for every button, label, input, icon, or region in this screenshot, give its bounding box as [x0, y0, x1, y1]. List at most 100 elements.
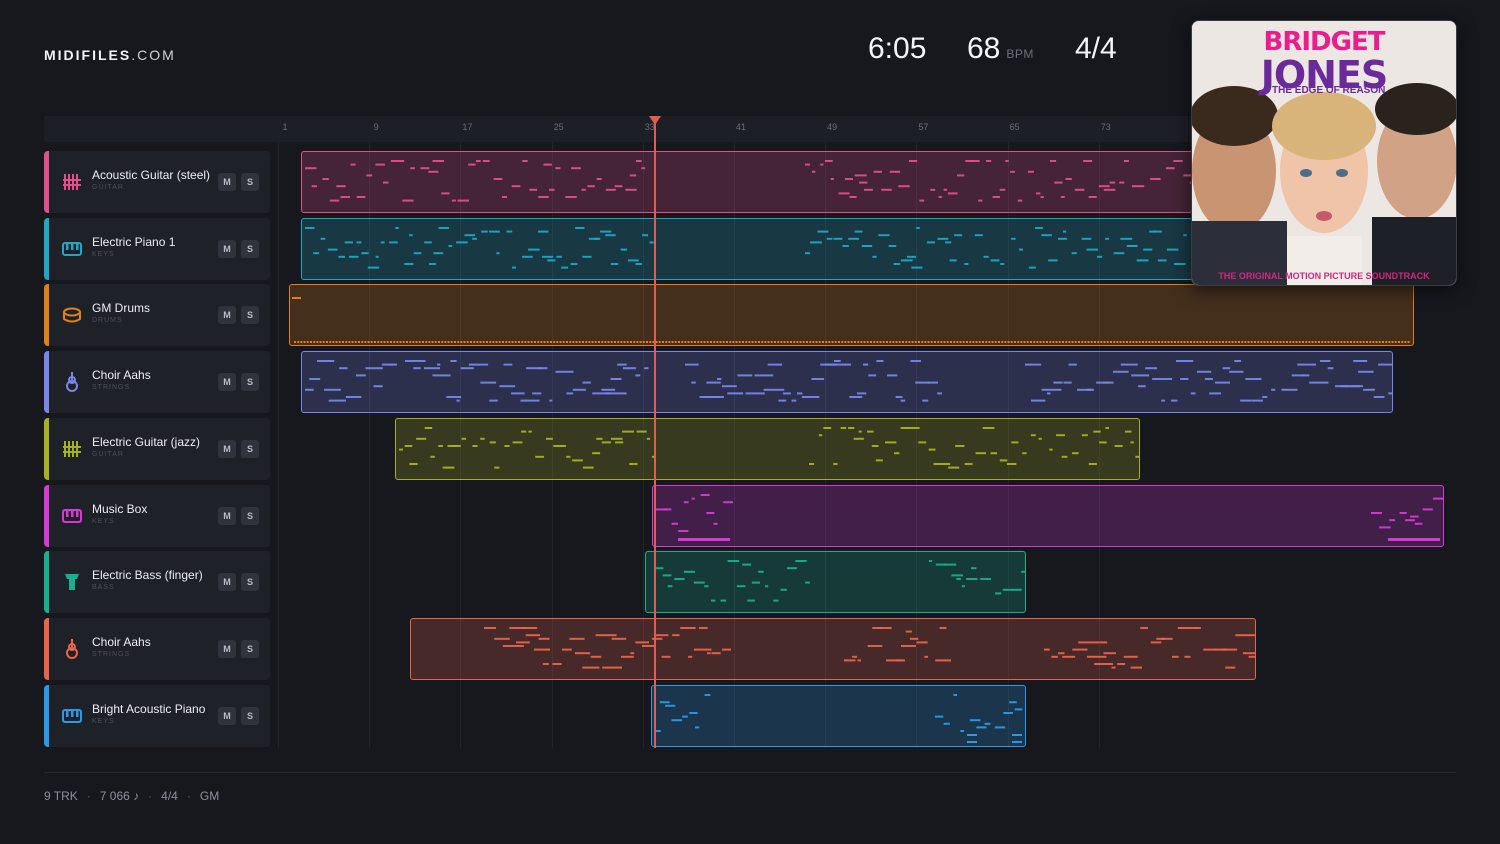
- separator-dot: ·: [148, 789, 153, 803]
- track-color-bar: [44, 284, 49, 346]
- note-pattern: [305, 360, 1392, 402]
- midi-clip[interactable]: [410, 618, 1256, 680]
- track-category: BASS: [92, 584, 115, 591]
- mute-button[interactable]: M: [218, 573, 236, 591]
- brand-logo: MIDIFILES.COM: [44, 47, 176, 63]
- track-category: DRUMS: [92, 317, 123, 324]
- midi-clip[interactable]: [289, 284, 1414, 346]
- mute-button[interactable]: M: [218, 507, 236, 525]
- track-category: KEYS: [92, 251, 115, 258]
- tempo-display: 68 BPM: [967, 32, 1034, 65]
- piano-icon: [61, 238, 83, 260]
- track-category: GUITAR: [92, 184, 124, 191]
- track-header[interactable]: Bright Acoustic Piano KEYS M S: [44, 685, 270, 747]
- mute-button[interactable]: M: [218, 373, 236, 391]
- track-header[interactable]: Electric Bass (finger) BASS M S: [44, 551, 270, 613]
- midi-clip[interactable]: [652, 485, 1444, 547]
- track-header[interactable]: Electric Guitar (jazz) GUITAR M S: [44, 418, 270, 480]
- note-pattern: [292, 297, 1410, 343]
- separator-dot: ·: [86, 789, 91, 803]
- time-signature-display: 4/4: [1075, 32, 1117, 65]
- track-count: 9 TRK: [44, 789, 78, 803]
- piano-icon: [61, 705, 83, 727]
- footer-signature: 4/4: [161, 789, 178, 803]
- footer-summary: 9 TRK · 7 066 ♪ · 4/4 · GM: [44, 789, 219, 803]
- ruler-tick: 17: [462, 122, 473, 132]
- track-name: Bright Acoustic Piano: [92, 702, 206, 716]
- duration-display: 6:05: [868, 32, 927, 65]
- separator-dot: ·: [186, 789, 191, 803]
- note-pattern: [399, 427, 1139, 469]
- track-color-bar: [44, 551, 49, 613]
- guitar-icon: [61, 171, 83, 193]
- mute-button[interactable]: M: [218, 640, 236, 658]
- track-category: KEYS: [92, 718, 115, 725]
- track-name: Music Box: [92, 502, 148, 516]
- ruler-tick: 49: [827, 122, 838, 132]
- brand-suffix: .COM: [131, 47, 176, 63]
- album-cover: BRIDGET JONES THE EDGE OF REASON THE ORI…: [1191, 20, 1457, 286]
- track-name: Choir Aahs: [92, 368, 151, 382]
- solo-button[interactable]: S: [241, 707, 259, 725]
- track-name: GM Drums: [92, 301, 150, 315]
- ruler-tick: 57: [918, 122, 929, 132]
- mute-button[interactable]: M: [218, 173, 236, 191]
- track-header[interactable]: Choir Aahs STRINGS M S: [44, 351, 270, 413]
- solo-button[interactable]: S: [241, 173, 259, 191]
- solo-button[interactable]: S: [241, 640, 259, 658]
- note-count: 7 066 ♪: [99, 789, 140, 803]
- track-color-bar: [44, 418, 49, 480]
- track-name: Electric Guitar (jazz): [92, 435, 201, 449]
- bpm-unit: BPM: [1006, 47, 1034, 61]
- grid-line: [278, 142, 279, 748]
- ruler-tick: 25: [553, 122, 564, 132]
- track-header[interactable]: Choir Aahs STRINGS M S: [44, 618, 270, 680]
- track-color-bar: [44, 485, 49, 547]
- solo-button[interactable]: S: [241, 440, 259, 458]
- track-category: STRINGS: [92, 384, 131, 391]
- track-color-bar: [44, 218, 49, 280]
- mute-button[interactable]: M: [218, 306, 236, 324]
- ruler-tick: 1: [282, 122, 288, 132]
- track-name: Electric Bass (finger): [92, 568, 203, 582]
- playhead[interactable]: [649, 116, 661, 748]
- track-name: Choir Aahs: [92, 635, 151, 649]
- track-color-bar: [44, 618, 49, 680]
- drum-icon: [61, 304, 83, 326]
- mute-button[interactable]: M: [218, 440, 236, 458]
- track-header[interactable]: Electric Piano 1 KEYS M S: [44, 218, 270, 280]
- note-pattern: [484, 627, 1255, 669]
- piano-icon: [61, 505, 83, 527]
- violin-icon: [61, 638, 83, 660]
- solo-button[interactable]: S: [241, 240, 259, 258]
- midi-clip[interactable]: [645, 551, 1026, 613]
- footer-divider: [44, 772, 1456, 773]
- album-subtitle: THE EDGE OF REASON: [1272, 85, 1386, 96]
- track-category: KEYS: [92, 518, 115, 525]
- mute-button[interactable]: M: [218, 240, 236, 258]
- track-name: Electric Piano 1: [92, 235, 176, 249]
- midi-clip[interactable]: [651, 685, 1026, 747]
- solo-button[interactable]: S: [241, 306, 259, 324]
- solo-button[interactable]: S: [241, 573, 259, 591]
- track-header[interactable]: Music Box KEYS M S: [44, 485, 270, 547]
- track-color-bar: [44, 685, 49, 747]
- ruler-tick: 65: [1009, 122, 1020, 132]
- ruler-tick: 41: [735, 122, 747, 132]
- midi-clip[interactable]: [301, 351, 1393, 413]
- brand-name: MIDIFILES: [44, 47, 132, 63]
- track-header[interactable]: Acoustic Guitar (steel) GUITAR M S: [44, 151, 270, 213]
- solo-button[interactable]: S: [241, 507, 259, 525]
- album-tagline: THE ORIGINAL MOTION PICTURE SOUNDTRACK: [1218, 271, 1430, 281]
- guitar-icon: [61, 438, 83, 460]
- solo-button[interactable]: S: [241, 373, 259, 391]
- ruler-tick: 73: [1100, 122, 1111, 132]
- mute-button[interactable]: M: [218, 707, 236, 725]
- midi-clip[interactable]: [395, 418, 1140, 480]
- note-pattern: [655, 694, 1023, 743]
- note-pattern: [656, 494, 1443, 541]
- violin-icon: [61, 371, 83, 393]
- track-header[interactable]: GM Drums DRUMS M S: [44, 284, 270, 346]
- midi-standard: GM: [199, 789, 220, 803]
- track-category: STRINGS: [92, 651, 131, 658]
